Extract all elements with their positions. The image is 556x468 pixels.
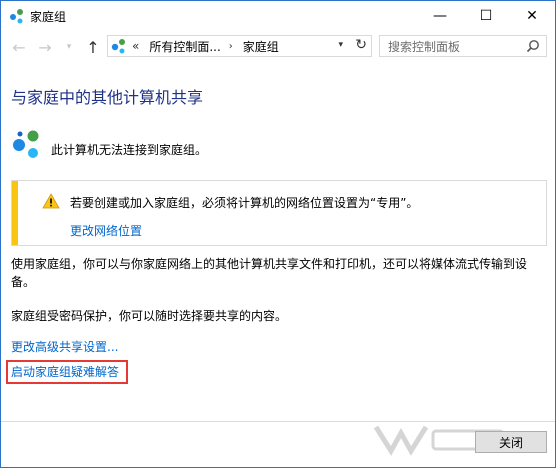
search-placeholder: 搜索控制面板 [388,39,461,54]
search-input[interactable]: 搜索控制面板 [379,35,547,57]
warning-message: 若要创建或加入家庭组，必须将计算机的网络位置设置为“专用”。 [70,196,419,210]
maximize-button[interactable]: ☐ [463,1,509,31]
homegroup-window: 家庭组 — ☐ ✕ ← → ▾ ↑ « 所有控制面... › 家庭组 ▾ ↻ 搜… [0,0,556,468]
homegroup-description: 使用家庭组，你可以与你家庭网络上的其他计算机共享文件和打印机，还可以将媒体流式传… [11,257,528,289]
arrow-right-icon: → [38,37,52,57]
up-button[interactable]: ↑ [83,37,103,57]
warning-accent-bar [12,181,18,245]
breadcrumb-control-panel[interactable]: 所有控制面... [149,38,220,55]
chevron-down-icon: ▾ [66,42,72,52]
close-icon: ✕ [526,8,538,24]
homegroup-icon [10,9,23,24]
recent-locations-button[interactable]: ▾ [61,37,77,57]
warning-icon [42,193,60,209]
breadcrumb-separator[interactable]: › [229,41,233,52]
homegroup-icon [111,39,125,54]
back-button[interactable]: ← [9,37,29,57]
password-description: 家庭组受密码保护，你可以随时选择要共享的内容。 [11,309,288,323]
page-title: 与家庭中的其他计算机共享 [11,88,204,107]
advanced-sharing-link[interactable]: 更改高级共享设置... [11,338,118,355]
navigation-bar: ← → ▾ ↑ « 所有控制面... › 家庭组 ▾ ↻ 搜索控制面板 [1,31,555,63]
minimize-icon: — [433,8,447,24]
close-window-button[interactable]: ✕ [509,1,555,31]
address-dropdown-icon[interactable]: ▾ [338,40,343,50]
arrow-left-icon: ← [12,37,26,57]
warning-panel: 若要创建或加入家庭组，必须将计算机的网络位置设置为“专用”。 更改网络位置 [11,180,547,246]
homegroup-icon [13,130,39,158]
refresh-icon[interactable]: ↻ [355,37,367,53]
minimize-button[interactable]: — [417,1,463,31]
arrow-up-icon: ↑ [86,37,100,57]
address-bar[interactable]: « 所有控制面... › 家庭组 ▾ ↻ [107,35,372,57]
overflow-chevron[interactable]: « [132,39,139,53]
breadcrumb-homegroup[interactable]: 家庭组 [243,38,279,55]
search-icon [526,40,539,53]
window-title: 家庭组 [30,10,67,24]
troubleshoot-homegroup-link[interactable]: 启动家庭组疑难解答 [6,360,128,384]
status-message: 此计算机无法连接到家庭组。 [51,143,208,157]
maximize-icon: ☐ [479,8,493,24]
title-bar: 家庭组 — ☐ ✕ [1,1,555,31]
change-network-location-link[interactable]: 更改网络位置 [70,222,142,239]
close-button[interactable]: 关闭 [475,431,547,453]
forward-button[interactable]: → [35,37,55,57]
